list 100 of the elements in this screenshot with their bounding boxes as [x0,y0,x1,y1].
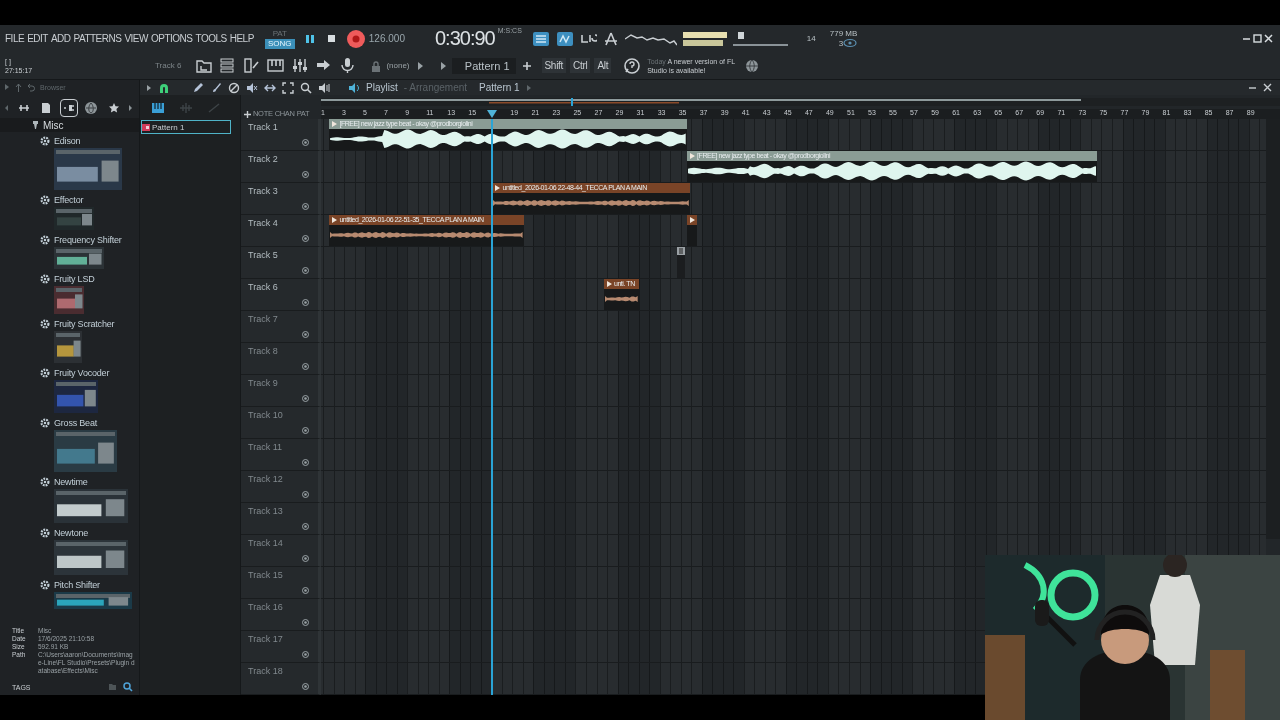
record-icon[interactable] [346,29,365,48]
mute-button[interactable] [302,523,309,530]
mute-button[interactable] [302,619,309,626]
plugin-name[interactable]: Pitch Shifter [54,579,100,590]
menu-item[interactable]: HELP [229,33,254,44]
mute-button[interactable] [302,651,309,658]
plugin-name[interactable]: Newtime [54,476,88,487]
mute-button[interactable] [302,139,309,146]
menu-item[interactable]: OPTIONS [150,33,193,44]
track-name[interactable]: Track 5 [248,250,278,260]
tempo-display[interactable]: 126.000 [368,33,405,44]
plugin-name[interactable]: Fruity Scratcher [54,318,115,329]
brush-icon[interactable] [210,81,222,94]
rack-icon[interactable] [243,57,261,74]
modifier-key[interactable]: Ctrl [570,58,591,73]
track-name[interactable]: Track 17 [248,634,283,644]
plugin-name[interactable]: Fruity Vocoder [54,367,110,378]
plugin-name[interactable]: Gross Beat [54,417,98,428]
browser-tab[interactable] [83,100,99,116]
pattern-selector[interactable]: Pattern 1 [451,57,516,74]
track-name[interactable]: Track 8 [248,346,278,356]
mixer-icon[interactable] [291,57,309,74]
audio-clip[interactable] [687,215,697,246]
mute-button[interactable] [302,331,309,338]
plus-icon[interactable] [244,110,251,118]
grid-icon[interactable] [531,30,550,47]
metronome-icon[interactable] [602,30,619,47]
piano-icon[interactable] [152,102,164,113]
track-name[interactable]: Track 12 [248,474,283,484]
mute-button[interactable] [302,587,309,594]
mute-button[interactable] [302,459,309,466]
pencil-icon[interactable] [192,81,204,94]
folder-label[interactable]: Misc [43,119,64,131]
plugin-name[interactable]: Edison [54,135,81,146]
piano-roll-icon[interactable] [267,57,285,74]
plugin-name[interactable]: Effector [54,194,84,205]
mute-button[interactable] [302,171,309,178]
plugin-name[interactable]: Frequency Shifter [54,234,122,245]
track-name[interactable]: Track 18 [248,666,283,676]
track-name[interactable]: Track 10 [248,410,283,420]
playhead-line[interactable] [491,119,494,695]
play-icon[interactable] [146,83,152,92]
track-name[interactable]: Track 16 [248,602,283,612]
up-arrow-icon[interactable] [15,82,22,92]
track-name[interactable]: Track 14 [248,538,283,548]
caret-icon[interactable] [415,59,425,72]
track-name[interactable]: Track 11 [248,442,282,452]
modifier-key[interactable]: Shift [541,58,566,73]
back-icon[interactable] [27,82,35,92]
folder-icon[interactable] [195,57,213,74]
menu-item[interactable]: EDIT [27,33,48,44]
mute-button[interactable] [302,395,309,402]
plus-icon[interactable] [521,60,532,71]
pattern-item[interactable]: Pattern 1 [141,120,231,134]
caret-icon[interactable] [4,83,10,91]
folder-row[interactable]: Misc [0,118,139,132]
mute-button[interactable] [302,427,309,434]
close-icon[interactable] [1263,83,1272,92]
microphone-icon[interactable] [339,57,357,74]
right-arrow-icon[interactable] [128,104,133,112]
mute-button[interactable] [302,683,309,690]
menu-item[interactable]: TOOLS [195,33,227,44]
menu-item[interactable]: PATTERNS [73,33,122,44]
track-name[interactable]: Track 7 [248,314,278,324]
list-icon[interactable] [219,57,237,74]
help-icon[interactable] [623,56,642,75]
mute-button[interactable] [302,235,309,242]
search-icon[interactable] [123,682,133,692]
caret-icon[interactable] [438,59,448,72]
track-name[interactable]: Track 2 [248,154,278,164]
browser-tab[interactable] [60,100,77,116]
restore-icon[interactable] [1252,33,1263,44]
mute-button[interactable] [302,299,309,306]
mute-button[interactable] [302,491,309,498]
mute-button[interactable] [302,363,309,370]
mute-button[interactable] [302,555,309,562]
mute-icon[interactable] [246,81,258,94]
track-name[interactable]: Track 4 [248,218,278,228]
track-name[interactable]: Track 9 [248,378,278,388]
mute-button[interactable] [302,267,309,274]
menu-item[interactable]: ADD [50,33,71,44]
overview-scrollbar[interactable] [321,98,1280,106]
mode-option[interactable]: SONG [264,38,295,49]
output-field[interactable]: (none) [386,61,410,70]
menu-item[interactable]: FILE [5,33,25,44]
caret-icon[interactable] [525,83,532,92]
mute-button[interactable] [302,203,309,210]
track-name[interactable]: Track 13 [248,506,283,516]
left-arrow-icon[interactable] [4,104,9,112]
plugin-name[interactable]: Fruity LSD [54,273,95,284]
speaker-icon[interactable] [348,81,360,94]
globe-icon[interactable] [745,58,760,73]
track-name[interactable]: Track 6 [248,282,278,292]
close-icon[interactable] [1263,33,1274,44]
speaker-icon[interactable] [318,81,330,94]
menu-item[interactable]: VIEW [124,33,148,44]
track-name[interactable]: Track 1 [248,122,278,132]
step-icon[interactable] [555,30,574,47]
pattern-clip[interactable] [676,247,685,278]
modifier-key[interactable]: Alt [594,58,612,73]
